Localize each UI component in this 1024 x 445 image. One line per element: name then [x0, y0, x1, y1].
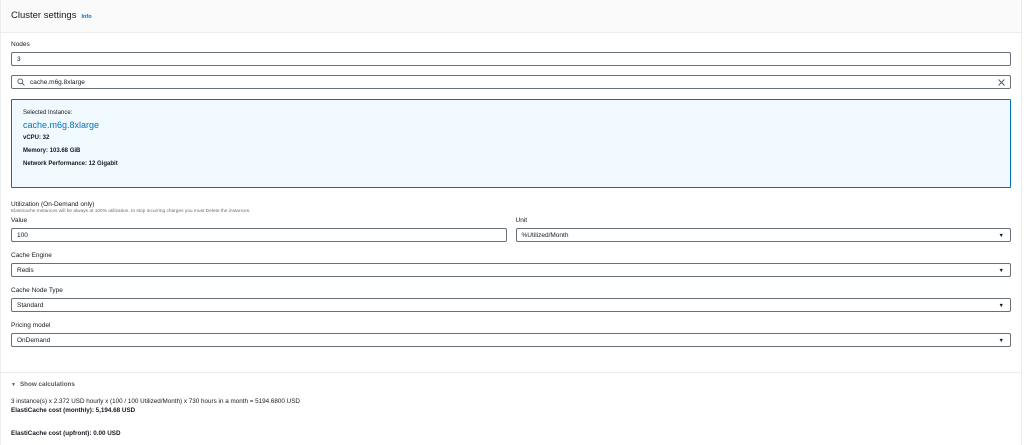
- search-icon: [17, 78, 25, 86]
- cache-node-type-select[interactable]: Standard ▼: [11, 298, 1011, 312]
- cluster-settings-panel: Cluster settings Info Nodes 3 cache.m6g.…: [0, 0, 1022, 445]
- show-calculations-label: Show calculations: [19, 381, 75, 388]
- pricing-model-value: OnDemand: [17, 336, 51, 344]
- utilization-section: Utilization (On-Demand only) Elasticache…: [11, 201, 1011, 242]
- value-label: Value: [11, 217, 28, 224]
- utilization-value: 100: [17, 231, 28, 239]
- pricing-model-select[interactable]: OnDemand ▼: [11, 333, 1011, 347]
- utilization-value-input[interactable]: 100: [11, 228, 507, 242]
- network-text: Network Performance: 12 Gigabit: [23, 161, 118, 167]
- caret-down-icon: ▼: [998, 233, 1004, 239]
- memory-text: Memory: 103.68 GiB: [23, 148, 81, 154]
- upfront-cost: ElastiCache cost (upfront): 0.00 USD: [11, 430, 121, 437]
- unit-select[interactable]: %Utilized/Month ▼: [515, 228, 1011, 242]
- cache-engine-field: Cache Engine Redis ▼: [11, 252, 1011, 277]
- cache-node-type-field: Cache Node Type Standard ▼: [11, 287, 1011, 312]
- caret-down-icon: ▼: [998, 268, 1004, 274]
- unit-label: Unit: [515, 217, 528, 224]
- pricing-model-label: Pricing model: [11, 322, 51, 329]
- calculations-section: ▼ Show calculations 3 instance(s) x 2.37…: [1, 381, 1021, 437]
- nodes-input[interactable]: 3: [11, 52, 1011, 66]
- vcpu-text: vCPU: 32: [23, 135, 50, 141]
- utilization-hint: Elasticache Instances will be always at …: [11, 209, 251, 214]
- panel-header: Cluster settings Info: [1, 0, 1021, 33]
- nodes-value: 3: [17, 55, 21, 63]
- panel-title: Cluster settings: [11, 10, 77, 21]
- instance-search-value: cache.m6g.8xlarge: [30, 78, 85, 86]
- selected-instance-box: Selected Instance: cache.m6g.8xlarge vCP…: [11, 99, 1011, 188]
- instance-search-input[interactable]: cache.m6g.8xlarge: [11, 75, 1011, 89]
- pricing-model-field: Pricing model OnDemand ▼: [11, 322, 1011, 347]
- selected-instance-label: Selected Instance:: [23, 110, 73, 116]
- nodes-label: Nodes: [11, 41, 30, 48]
- section-divider: [1, 372, 1021, 373]
- caret-down-icon: ▼: [11, 381, 16, 388]
- utilization-label: Utilization (On-Demand only): [11, 201, 95, 208]
- monthly-cost: ElastiCache cost (monthly): 5,194.68 USD: [11, 407, 136, 414]
- cache-engine-select[interactable]: Redis ▼: [11, 263, 1011, 277]
- unit-value: %Utilized/Month: [521, 231, 569, 239]
- cache-node-type-value: Standard: [17, 301, 44, 309]
- selected-instance-name: cache.m6g.8xlarge: [23, 120, 100, 130]
- calculation-formula: 3 instance(s) x 2.372 USD hourly x (100 …: [11, 398, 300, 405]
- nodes-field: Nodes 3: [11, 41, 1011, 66]
- show-calculations-toggle[interactable]: ▼ Show calculations: [11, 381, 1011, 388]
- info-link[interactable]: Info: [81, 14, 91, 20]
- caret-down-icon: ▼: [998, 303, 1004, 309]
- caret-down-icon: ▼: [998, 338, 1004, 344]
- cache-engine-value: Redis: [17, 266, 34, 274]
- close-icon[interactable]: [997, 78, 1006, 87]
- cache-engine-label: Cache Engine: [11, 252, 52, 259]
- cache-node-type-label: Cache Node Type: [11, 287, 63, 294]
